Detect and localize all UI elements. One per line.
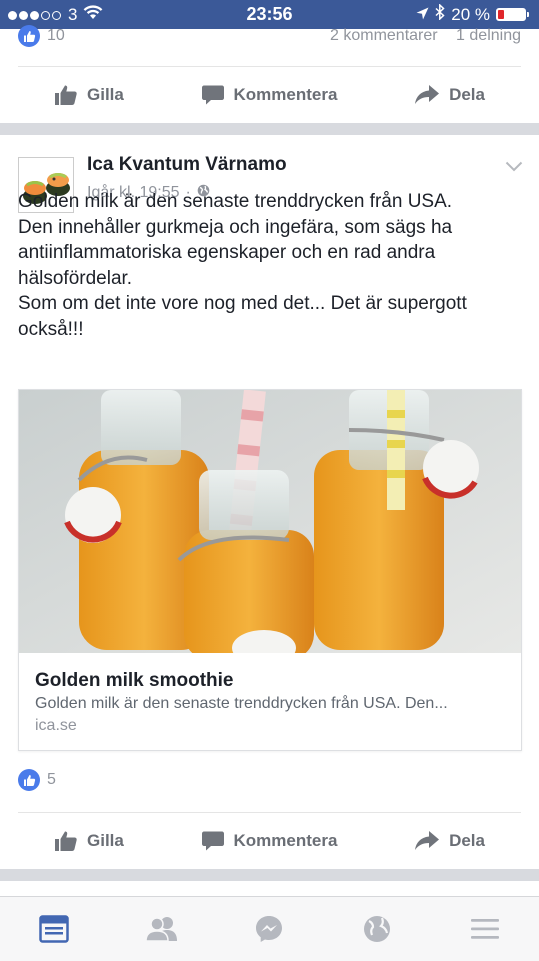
link-domain: ica.se <box>35 717 77 734</box>
share-arrow-icon <box>414 830 440 852</box>
thumbs-up-icon <box>54 830 78 852</box>
comment-bubble-icon <box>201 830 225 852</box>
previous-post-like-count[interactable]: 10 <box>47 27 65 45</box>
like-button[interactable]: Gilla <box>54 84 124 106</box>
comment-button[interactable]: Kommentera <box>201 830 338 852</box>
messenger-icon <box>256 916 283 942</box>
thumbs-up-icon <box>54 84 78 106</box>
tab-menu[interactable] <box>455 907 515 951</box>
post-options-chevron-icon[interactable] <box>505 159 523 177</box>
comments-count[interactable]: 2 kommentarer <box>330 27 438 44</box>
like-label: Gilla <box>87 85 124 104</box>
comment-button[interactable]: Kommentera <box>201 84 338 106</box>
post-reactions: 5 <box>0 769 539 795</box>
like-button[interactable]: Gilla <box>54 830 124 852</box>
globe-notifications-icon <box>364 916 391 942</box>
share-label: Dela <box>449 85 485 104</box>
post-action-bar-wrapper: Gilla Kommentera Dela <box>0 812 539 869</box>
previous-post-reactions: 10 2 kommentarer 1 delning <box>0 25 539 66</box>
tab-messenger[interactable] <box>239 907 299 951</box>
tab-news-feed[interactable] <box>24 907 84 951</box>
like-label: Gilla <box>87 831 124 850</box>
page-name[interactable]: Ica Kvantum Värnamo <box>87 154 287 176</box>
shares-count[interactable]: 1 delning <box>456 27 521 44</box>
battery-percentage: 20 % <box>451 4 490 24</box>
link-title[interactable]: Golden milk smoothie <box>35 670 233 692</box>
news-feed-icon <box>39 915 69 943</box>
like-reaction-icon[interactable] <box>18 769 40 791</box>
link-preview-card[interactable]: Golden milk smoothie Golden milk är den … <box>18 389 522 751</box>
previous-post-action-bar: Gilla Kommentera Dela <box>18 66 521 123</box>
link-description: Golden milk är den senaste trenddrycken … <box>35 695 448 712</box>
post-separator <box>0 869 539 881</box>
post-text-line: Golden milk är den senaste trenddrycken … <box>18 191 453 212</box>
previous-post-meta: 2 kommentarer 1 delning <box>330 27 521 45</box>
comment-bubble-icon <box>201 84 225 106</box>
share-button[interactable]: Dela <box>414 84 485 106</box>
bluetooth-icon <box>435 3 445 25</box>
bottom-tab-bar <box>0 896 539 961</box>
status-bar-right: 20 % <box>410 3 529 25</box>
tab-friends[interactable] <box>132 907 192 951</box>
post-like-count[interactable]: 5 <box>47 771 56 789</box>
link-preview-image[interactable] <box>19 390 521 653</box>
post-text: Golden milk är den senaste trenddrycken … <box>18 189 523 343</box>
location-arrow-icon <box>416 5 429 25</box>
post-action-bar: Gilla Kommentera Dela <box>18 812 521 869</box>
post-text-line: Den innehåller gurkmeja och ingefära, so… <box>18 216 453 289</box>
battery-tip <box>527 12 529 17</box>
post-text-line: Som om det inte vore nog med det... Det … <box>18 293 467 340</box>
status-bar: 3 23:56 20 % <box>0 0 539 29</box>
like-reaction-icon[interactable] <box>18 25 40 47</box>
tab-notifications[interactable] <box>347 907 407 951</box>
menu-icon <box>471 919 500 939</box>
battery-icon <box>496 8 526 21</box>
share-button[interactable]: Dela <box>414 830 485 852</box>
friends-icon <box>144 917 177 942</box>
share-arrow-icon <box>414 84 440 106</box>
news-feed[interactable]: 10 2 kommentarer 1 delning Gilla Komment… <box>0 25 539 213</box>
comment-label: Kommentera <box>233 85 338 104</box>
post-separator <box>0 123 539 135</box>
share-label: Dela <box>449 831 485 850</box>
comment-label: Kommentera <box>233 831 338 850</box>
